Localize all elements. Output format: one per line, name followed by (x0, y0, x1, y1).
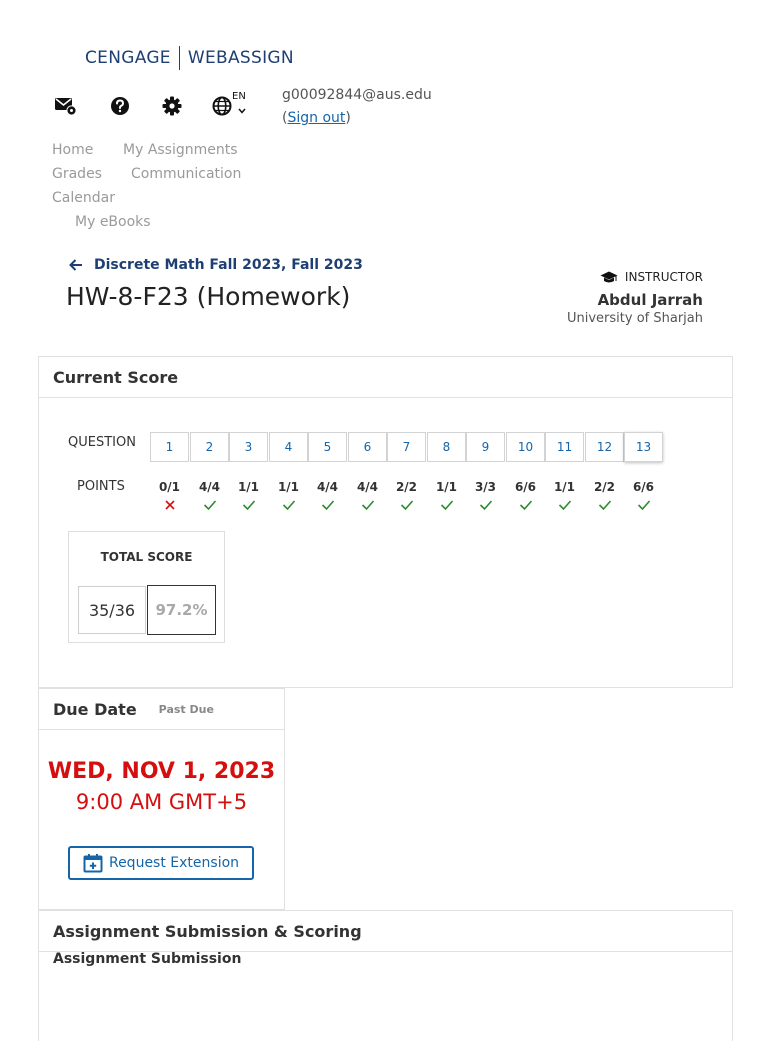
gear-icon (162, 96, 182, 116)
check-icon (545, 499, 584, 511)
nav-calendar[interactable]: Calendar (52, 190, 115, 206)
total-score-value: 35/36 (78, 586, 146, 634)
help-button[interactable] (108, 94, 132, 118)
check-icon (229, 499, 268, 511)
request-extension-label: Request Extension (108, 855, 240, 871)
assignment-title: HW-8-F23 (Homework) (66, 282, 351, 311)
submission-heading: Assignment Submission & Scoring (39, 911, 732, 952)
nav-communication[interactable]: Communication (131, 166, 241, 182)
check-icon (506, 499, 545, 511)
total-score-label: TOTAL SCORE (100, 550, 193, 564)
due-date-heading: Due Date (53, 699, 137, 719)
question-4-button[interactable]: 4 (269, 432, 308, 462)
chevron-down-icon (238, 108, 246, 114)
nav-my-assignments[interactable]: My Assignments (123, 142, 238, 158)
question-2-button[interactable]: 2 (190, 432, 229, 462)
paren-close: ) (345, 110, 351, 126)
question-10-button[interactable]: 10 (506, 432, 545, 462)
check-icon (190, 499, 229, 511)
question-6-points: 4/4 (356, 480, 379, 494)
nav-grades[interactable]: Grades (52, 166, 102, 182)
check-icon (466, 499, 505, 511)
submission-panel: Assignment Submission & Scoring (38, 910, 733, 1041)
graduation-cap-icon (600, 271, 618, 282)
due-date-header: Due Date Past Due (39, 689, 284, 730)
question-12-points: 2/2 (593, 480, 616, 494)
product-name: WEBASSIGN (187, 48, 294, 68)
question-5-button[interactable]: 5 (308, 432, 347, 462)
check-icon (624, 499, 663, 511)
question-5-points: 4/4 (316, 480, 339, 494)
question-8-button[interactable]: 8 (427, 432, 466, 462)
help-icon (111, 97, 129, 115)
question-6-button[interactable]: 6 (348, 432, 387, 462)
question-13-points: 6/6 (632, 480, 655, 494)
question-11-button[interactable]: 11 (545, 432, 584, 462)
instructor-label: INSTRUCTOR (600, 270, 703, 284)
question-12-button[interactable]: 12 (585, 432, 624, 462)
signout-line: (Sign out) (282, 110, 351, 126)
question-7-points: 2/2 (395, 480, 418, 494)
question-11-points: 1/1 (553, 480, 576, 494)
question-8-points: 1/1 (435, 480, 458, 494)
question-label: QUESTION (68, 435, 136, 450)
check-icon (427, 499, 466, 511)
arrow-left-icon (69, 259, 82, 271)
due-time-value: 9:00 AM GMT+5 (75, 790, 248, 814)
question-9-button[interactable]: 9 (466, 432, 505, 462)
check-icon (269, 499, 308, 511)
sign-out-link[interactable]: Sign out (287, 110, 345, 126)
question-1-points: 0/1 (158, 480, 181, 494)
check-icon (308, 499, 347, 511)
question-2-points: 4/4 (198, 480, 221, 494)
globe-icon (212, 96, 232, 116)
question-4-points: 1/1 (277, 480, 300, 494)
question-7-button[interactable]: 7 (387, 432, 426, 462)
calendar-plus-icon (83, 854, 103, 873)
back-to-course-link[interactable]: Discrete Math Fall 2023, Fall 2023 (68, 257, 363, 273)
question-3-button[interactable]: 3 (229, 432, 268, 462)
messages-settings-button[interactable] (54, 94, 78, 118)
question-13-button[interactable]: 13 (624, 432, 663, 462)
question-10-points: 6/6 (514, 480, 537, 494)
check-icon (585, 499, 624, 511)
past-due-badge: Past Due (158, 702, 214, 716)
request-extension-button[interactable]: Request Extension (68, 846, 254, 880)
language-menu[interactable]: EN (212, 91, 252, 118)
current-score-heading: Current Score (39, 357, 732, 398)
user-email: g00092844@aus.edu (282, 87, 432, 103)
points-label: POINTS (77, 479, 125, 494)
mail-settings-icon (55, 98, 77, 116)
instructor-name: Abdul Jarrah (597, 291, 703, 309)
course-name: Discrete Math Fall 2023, Fall 2023 (94, 257, 363, 273)
nav-my-ebooks[interactable]: My eBooks (75, 214, 151, 230)
instructor-label-text: INSTRUCTOR (624, 270, 703, 284)
check-icon (348, 499, 387, 511)
question-9-points: 3/3 (474, 480, 497, 494)
cross-icon (150, 499, 189, 511)
total-score-percent: 97.2% (147, 585, 216, 635)
submission-subheading: Assignment Submission (53, 951, 242, 967)
cengage-webassign-logo[interactable]: CENGAGE WEBASSIGN (55, 44, 294, 569)
settings-button[interactable] (160, 94, 184, 118)
brand-divider (178, 46, 180, 70)
nav-home[interactable]: Home (52, 142, 93, 158)
question-1-button[interactable]: 1 (150, 432, 189, 462)
question-3-points: 1/1 (237, 480, 260, 494)
language-code: EN (232, 91, 246, 102)
brand-name: CENGAGE (85, 48, 171, 68)
due-date-value: WED, NOV 1, 2023 (47, 759, 276, 784)
check-icon (387, 499, 426, 511)
instructor-org: University of Sharjah (567, 311, 703, 326)
